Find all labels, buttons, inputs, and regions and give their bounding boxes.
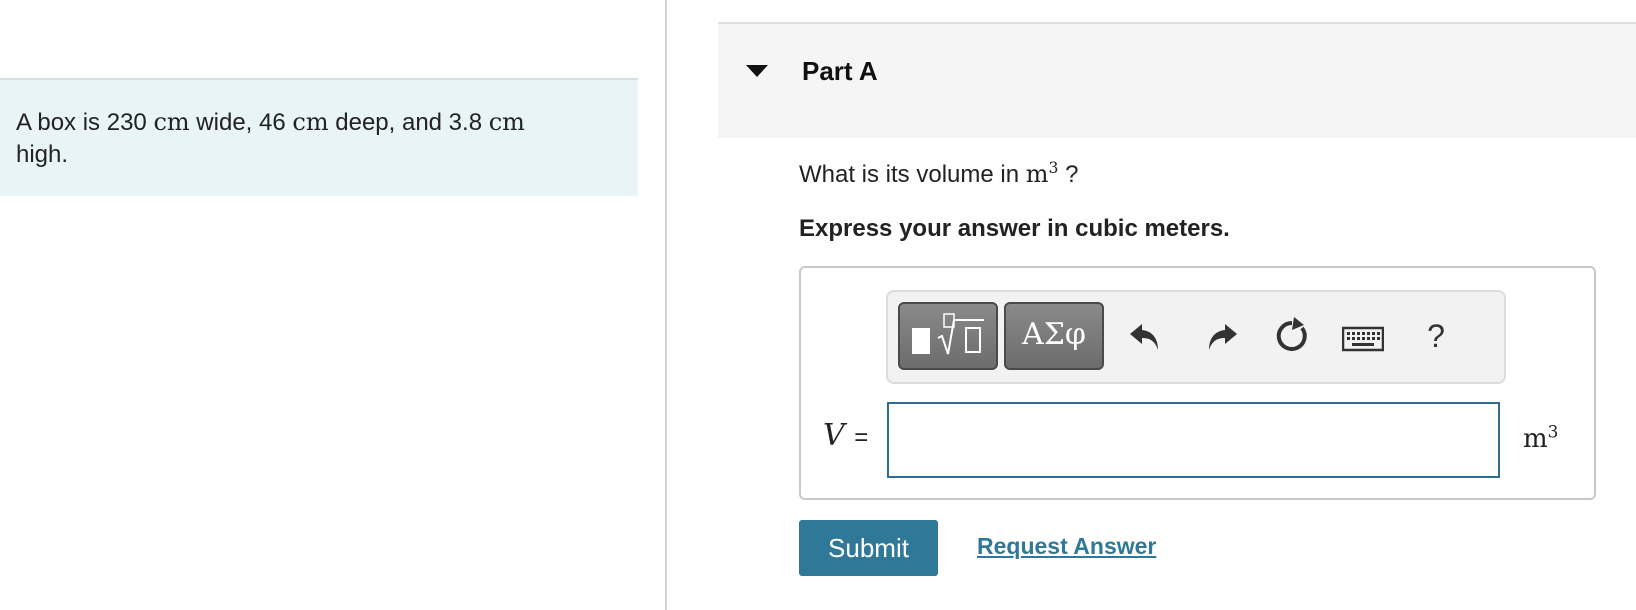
caret-down-icon[interactable] (746, 65, 768, 77)
unit-cm-2: cm (292, 108, 329, 136)
unit-cm-1: cm (153, 108, 190, 136)
part-title: Part A (802, 56, 878, 86)
submit-button[interactable]: Submit (799, 520, 938, 576)
answer-input[interactable] (887, 402, 1500, 478)
part-header[interactable]: Part A (718, 22, 1636, 138)
reset-icon[interactable] (1272, 316, 1312, 356)
request-answer-link[interactable]: Request Answer (977, 533, 1156, 560)
question-prefix: What is its volume in (799, 161, 1026, 188)
problem-text-end: high. (16, 141, 69, 168)
question-unit: m3 (1025, 159, 1059, 188)
panel-divider (665, 0, 667, 610)
question-suffix: ? (1058, 161, 1079, 188)
variable-symbol: V (823, 418, 845, 453)
equals-sign: = (854, 424, 869, 451)
problem-statement: A box is 230 cm wide, 46 cm deep, and 3.… (0, 78, 638, 196)
help-icon[interactable]: ? (1416, 318, 1456, 358)
unit-cm-3: cm (488, 108, 525, 136)
problem-text-start: A box is 230 (16, 109, 154, 136)
greek-symbols-button[interactable]: ΑΣφ (1004, 302, 1104, 370)
answer-unit: m3 (1523, 421, 1559, 454)
redo-icon[interactable] (1201, 316, 1241, 356)
problem-text-mid1: wide, 46 (189, 109, 293, 136)
keyboard-icon[interactable] (1342, 320, 1384, 360)
problem-panel: A box is 230 cm wide, 46 cm deep, and 3.… (0, 0, 665, 610)
answer-container: ΑΣφ ? V = m3 (799, 266, 1596, 500)
answer-instruction: Express your answer in cubic meters. (799, 215, 1230, 242)
problem-text-mid2: deep, and 3.8 (328, 109, 489, 136)
undo-icon[interactable] (1126, 316, 1166, 356)
templates-icon (912, 313, 984, 355)
templates-button[interactable] (898, 302, 998, 370)
math-toolbar: ΑΣφ ? (886, 290, 1506, 384)
question-text: What is its volume in m3 ? (799, 160, 1078, 189)
variable-label: V = (823, 418, 868, 453)
